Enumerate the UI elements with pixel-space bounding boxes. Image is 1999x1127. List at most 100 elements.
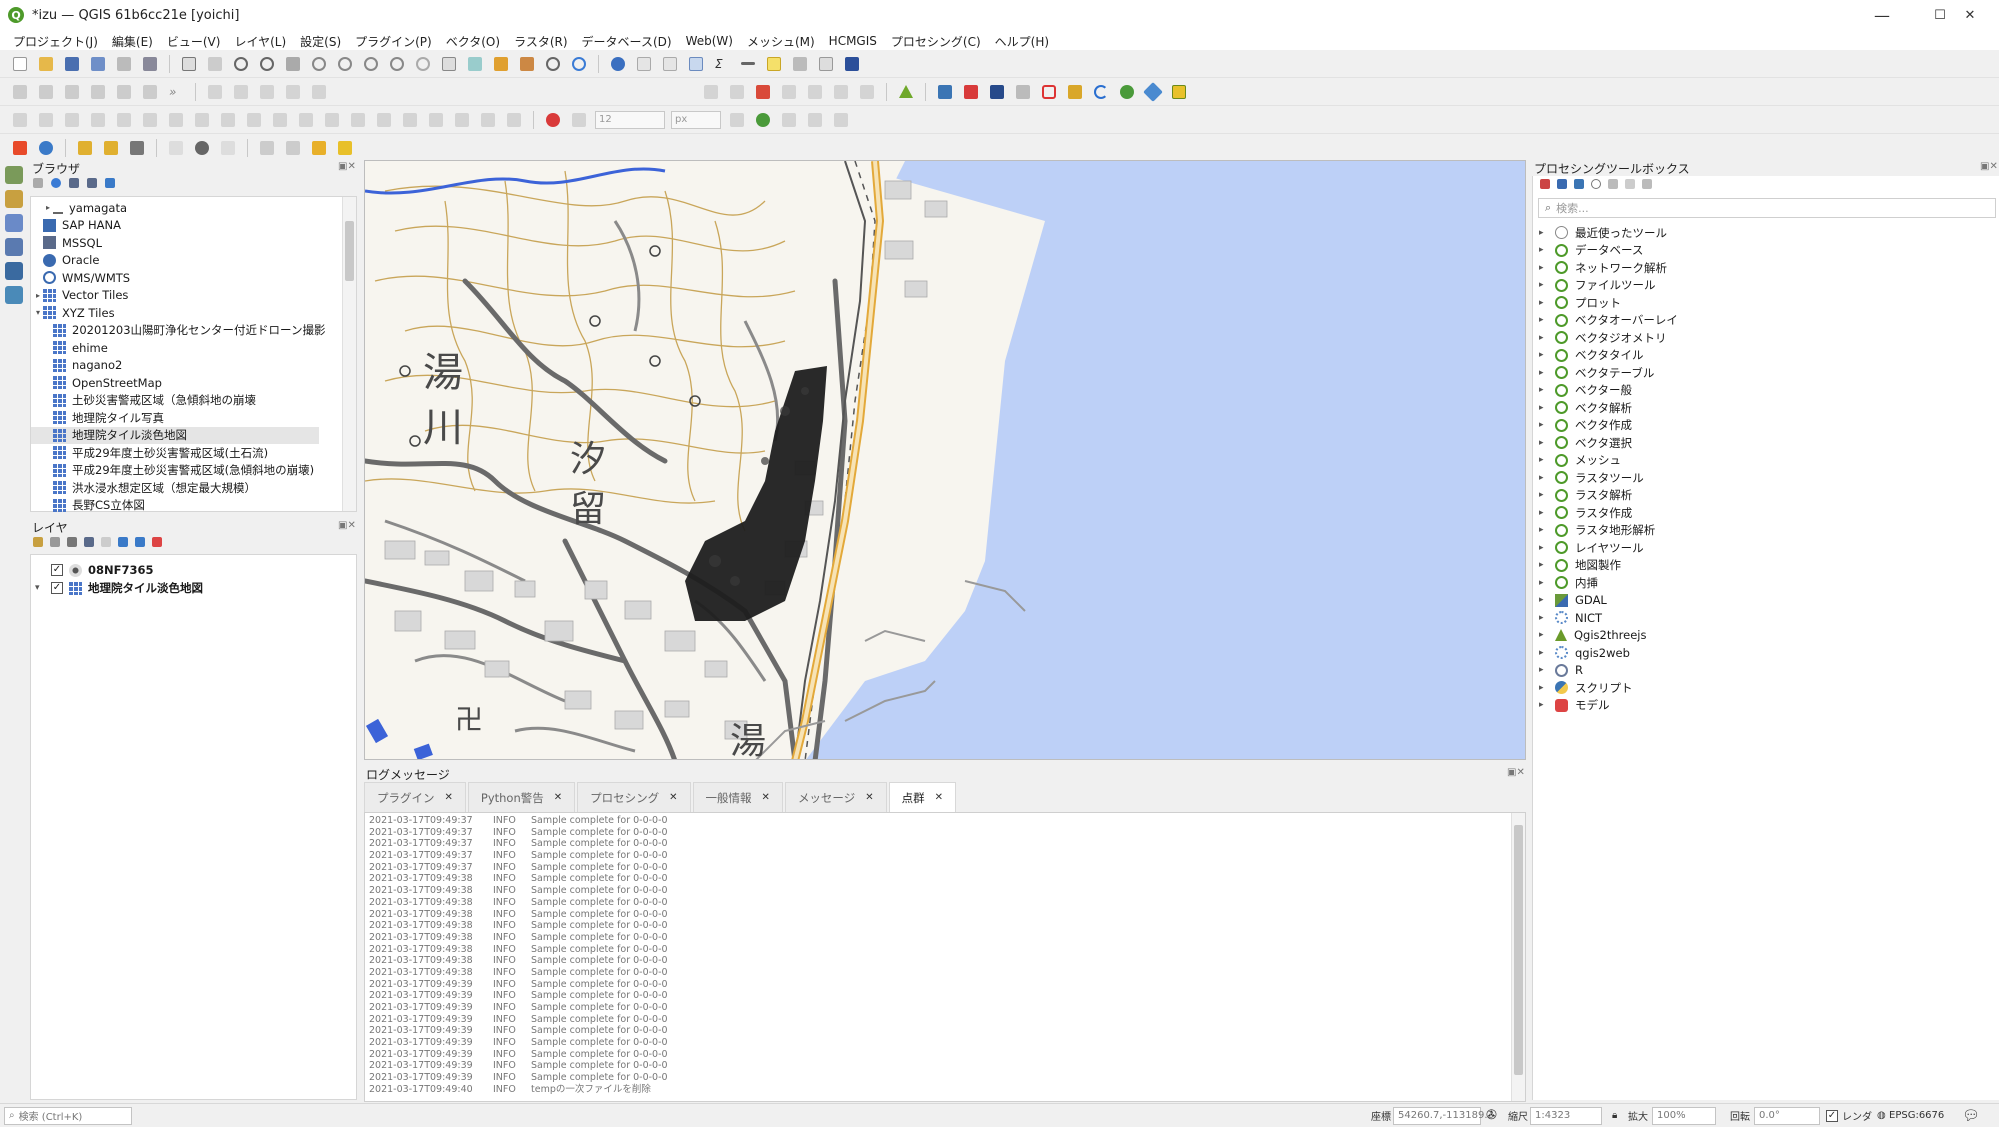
plugin-globe-icon[interactable] bbox=[1117, 82, 1137, 102]
add-raster-layer-icon[interactable] bbox=[5, 190, 23, 208]
expand-arrow-icon[interactable]: ▸ bbox=[1539, 630, 1547, 640]
collapsed-arrow-icon[interactable]: ▸ bbox=[43, 203, 53, 212]
ellipse-icon[interactable] bbox=[452, 110, 472, 130]
rotate-feature-icon[interactable] bbox=[62, 110, 82, 130]
pan-icon[interactable] bbox=[179, 54, 199, 74]
trim-extend-icon[interactable] bbox=[244, 110, 264, 130]
snap-unit-select[interactable]: px bbox=[671, 110, 721, 129]
toolbox-search-input[interactable]: ⌕ 検索... bbox=[1538, 198, 1996, 218]
plugin-hexagon-icon[interactable] bbox=[1039, 82, 1059, 102]
menu-item[interactable]: ラスタ(R) bbox=[507, 33, 574, 50]
toolbox-group[interactable]: ▸ ネットワーク解析 bbox=[1539, 259, 1667, 277]
move-label-icon[interactable] bbox=[779, 82, 799, 102]
expand-arrow-icon[interactable]: ▸ bbox=[1539, 245, 1547, 255]
browser-scrollbar[interactable] bbox=[342, 197, 356, 511]
temporal-controller-icon[interactable] bbox=[543, 54, 563, 74]
close-tab-icon[interactable]: ✕ bbox=[935, 792, 943, 803]
menu-item[interactable]: ベクタ(O) bbox=[439, 33, 507, 50]
crs-label-icon[interactable] bbox=[218, 138, 238, 158]
expand-arrow-icon[interactable]: ▸ bbox=[1539, 403, 1547, 413]
box-yellow-icon[interactable] bbox=[75, 138, 95, 158]
expand-arrow-icon[interactable]: ▸ bbox=[1539, 473, 1547, 483]
toolbox-group[interactable]: ▸ ラスタツール bbox=[1539, 469, 1644, 487]
toolbox-group[interactable]: ▸ スクリプト bbox=[1539, 679, 1633, 697]
plugin-python-icon[interactable] bbox=[935, 82, 955, 102]
toolbox-group[interactable]: ▸ ベクタ解析 bbox=[1539, 399, 1632, 417]
expand-arrow-icon[interactable]: ▸ bbox=[1539, 385, 1547, 395]
plugin-compass-icon[interactable] bbox=[1143, 81, 1163, 102]
snapping-mode-icon[interactable] bbox=[569, 110, 589, 130]
toolbox-group[interactable]: ▸ ベクタタイル bbox=[1539, 347, 1644, 365]
layer-visibility-checkbox[interactable]: ✓ bbox=[51, 564, 63, 576]
expand-all-icon[interactable] bbox=[117, 536, 129, 548]
circular-string-icon[interactable] bbox=[296, 110, 316, 130]
collapse-layers-icon[interactable] bbox=[134, 536, 146, 548]
remove-layer-icon[interactable] bbox=[151, 536, 163, 548]
merge-features-icon[interactable] bbox=[166, 110, 186, 130]
add-spatialite-icon[interactable] bbox=[5, 238, 23, 256]
expand-arrow-icon[interactable]: ▸ bbox=[1539, 578, 1547, 588]
expand-arrow-icon[interactable]: ▸ bbox=[1539, 368, 1547, 378]
layer-visibility-checkbox[interactable]: ✓ bbox=[51, 582, 63, 594]
zoom-out-icon[interactable] bbox=[257, 54, 277, 74]
pointer-icon[interactable] bbox=[166, 138, 186, 158]
statistics-icon[interactable]: Σ bbox=[712, 54, 732, 74]
filter-options-icon[interactable] bbox=[86, 177, 98, 189]
vertex-editor-icon[interactable] bbox=[374, 110, 394, 130]
offset-curve-icon[interactable] bbox=[114, 110, 134, 130]
toolbox-group[interactable]: ▸ ファイルツール bbox=[1539, 277, 1656, 295]
toolbox-group[interactable]: ▸ NICT bbox=[1539, 609, 1602, 627]
open-attribute-table-icon[interactable] bbox=[634, 54, 654, 74]
toolbox-group[interactable]: ▸ プロット bbox=[1539, 294, 1621, 312]
lock-icon[interactable]: 🔒︎ bbox=[1612, 1110, 1617, 1121]
close-tab-icon[interactable]: ✕ bbox=[762, 792, 770, 803]
topology-editing-icon[interactable] bbox=[727, 110, 747, 130]
fill-icon[interactable] bbox=[322, 110, 342, 130]
layer-item[interactable]: ✓ 08NF7365 bbox=[31, 561, 154, 579]
expand-arrow-icon[interactable]: ▸ bbox=[1539, 228, 1547, 238]
toolbox-group[interactable]: ▸ ベクタジオメトリ bbox=[1539, 329, 1667, 347]
log-tab[interactable]: 点群 ✕ bbox=[888, 782, 956, 812]
add-wms-icon[interactable] bbox=[5, 262, 23, 280]
scale-field[interactable]: 1:4323 bbox=[1530, 1106, 1602, 1125]
expand-arrow-icon[interactable]: ▸ bbox=[1539, 700, 1547, 710]
browser-float-close-icon[interactable]: ▣✕ bbox=[338, 161, 356, 172]
rotate-point-icon[interactable] bbox=[218, 110, 238, 130]
annotation-icon[interactable] bbox=[790, 54, 810, 74]
collapsed-arrow-icon[interactable]: ▸ bbox=[33, 291, 43, 300]
browser-item[interactable]: ▸ yamagata bbox=[31, 199, 127, 217]
add-wfs-icon[interactable] bbox=[5, 286, 23, 304]
toolbox-group[interactable]: ▸ ベクター般 bbox=[1539, 382, 1632, 400]
print-layout-icon[interactable] bbox=[114, 54, 134, 74]
rotate-label-icon[interactable] bbox=[805, 82, 825, 102]
new-map-view-icon[interactable] bbox=[439, 54, 459, 74]
delete-ring-icon[interactable] bbox=[283, 82, 303, 102]
close-tab-icon[interactable]: ✕ bbox=[669, 792, 677, 803]
toolbox-group[interactable]: ▸ ラスタ解析 bbox=[1539, 487, 1632, 505]
expand-arrow-icon[interactable]: ▾ bbox=[35, 583, 40, 593]
style-manager-icon[interactable] bbox=[140, 54, 160, 74]
expand-arrow-icon[interactable]: ▸ bbox=[1539, 420, 1547, 430]
zoom-last-icon[interactable] bbox=[387, 54, 407, 74]
expand-arrow-icon[interactable]: ▸ bbox=[1539, 315, 1547, 325]
toolbox-group[interactable]: ▸ レイヤツール bbox=[1539, 539, 1644, 557]
toolbox-group[interactable]: ▸ ラスタ地形解析 bbox=[1539, 522, 1655, 540]
refresh-browser-icon[interactable] bbox=[50, 177, 62, 189]
add-group-icon[interactable] bbox=[49, 536, 61, 548]
render-checkbox[interactable]: ✓ bbox=[1826, 1109, 1838, 1122]
snap-tolerance-input[interactable]: 12 bbox=[595, 110, 665, 129]
regular-polygon-icon[interactable] bbox=[504, 110, 524, 130]
expand-arrow-icon[interactable]: ▸ bbox=[1539, 560, 1547, 570]
browser-item[interactable]: 平成29年度土砂災害警戒区域(急傾斜地の崩壊) bbox=[31, 462, 314, 480]
browser-item[interactable]: 洪水浸水想定区域（想定最大規模） bbox=[31, 479, 256, 497]
layers-float-close-icon[interactable]: ▣✕ bbox=[338, 520, 356, 531]
expand-arrow-icon[interactable]: ▸ bbox=[1539, 683, 1547, 693]
plugin-pen-icon[interactable] bbox=[1065, 82, 1085, 102]
messages-icon[interactable]: 💬︎ bbox=[1962, 1108, 1980, 1124]
browser-item[interactable]: 平成29年度土砂災害警戒区域(土石流) bbox=[31, 444, 268, 462]
pin-labels-icon[interactable] bbox=[727, 82, 747, 102]
open-project-icon[interactable] bbox=[36, 54, 56, 74]
save-edits-icon[interactable] bbox=[62, 82, 82, 102]
reverse-line-icon[interactable] bbox=[270, 110, 290, 130]
locator-search-input[interactable]: ⌕ 検索 (Ctrl+K) bbox=[4, 1106, 132, 1125]
